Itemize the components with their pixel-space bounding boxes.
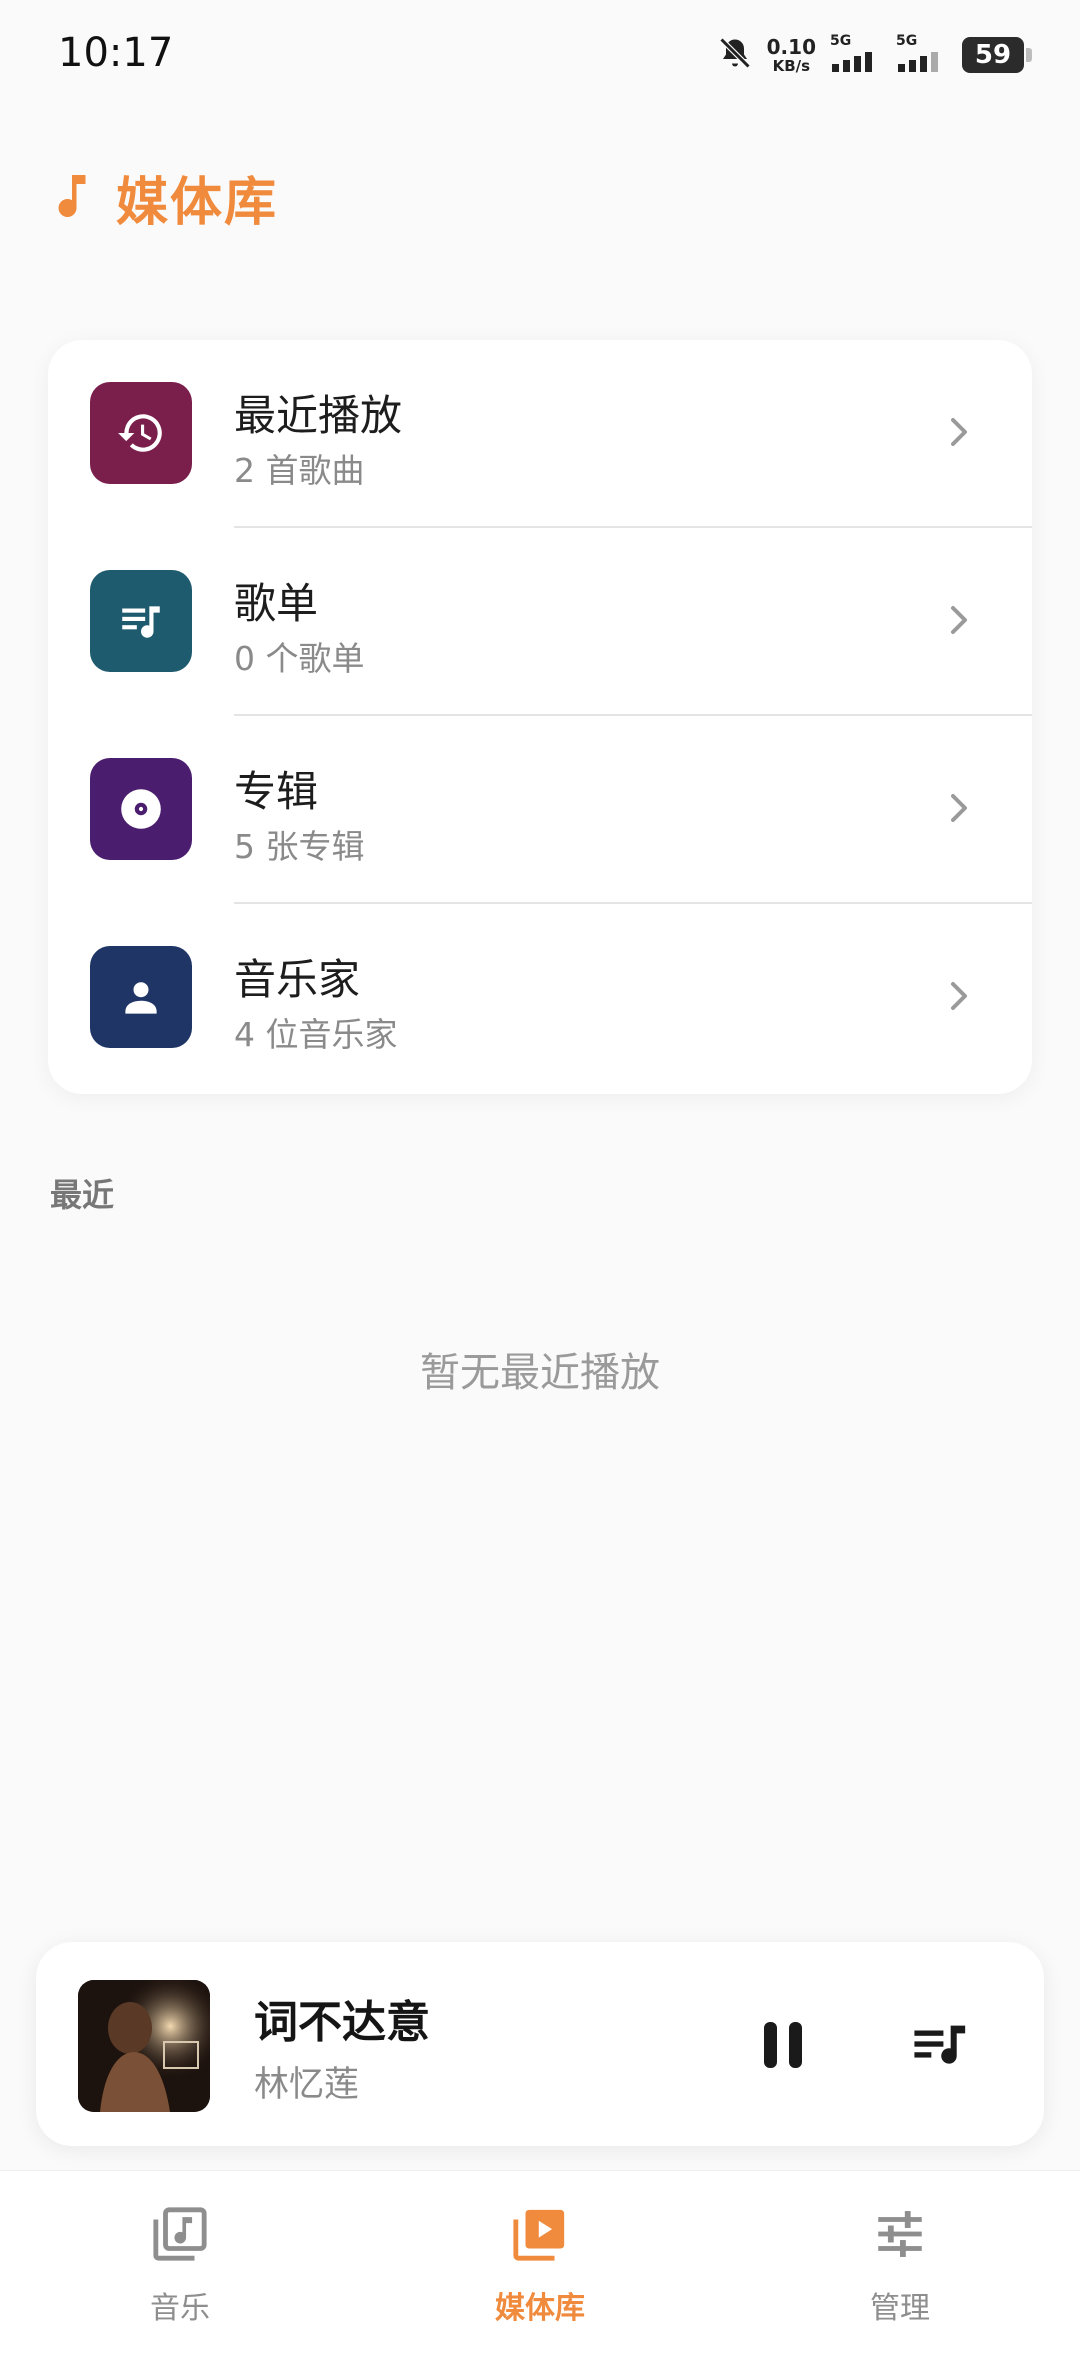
- library-menu-card: 最近播放 2 首歌曲 歌单 0 个歌单 专辑 5 张专辑 音乐家 4 位音乐家: [48, 340, 1032, 1094]
- status-time: 10:17: [58, 30, 174, 76]
- now-playing-artist: 林忆莲: [254, 2065, 360, 2105]
- bell-off-icon: [717, 34, 753, 76]
- recent-section-label: 最近: [50, 1176, 115, 1214]
- history-icon: [90, 382, 192, 484]
- person-icon: [90, 946, 192, 1048]
- library-item-artists[interactable]: 音乐家 4 位音乐家: [48, 904, 1032, 1092]
- sim1-signal: 5G: [830, 34, 882, 76]
- library-item-playlists[interactable]: 歌单 0 个歌单: [48, 528, 1032, 716]
- net-speed-value: 0.10: [766, 34, 816, 59]
- nav-tab-label: 管理: [870, 2291, 930, 2326]
- library-item-subtitle: 2 首歌曲: [234, 451, 365, 490]
- recent-empty-message: 暂无最近播放: [420, 1350, 660, 1396]
- playlist-icon: [90, 570, 192, 672]
- now-playing-bar[interactable]: 词不达意 林忆莲: [36, 1942, 1044, 2146]
- signal-icon: [896, 50, 948, 76]
- music-library-icon: [151, 2205, 209, 2267]
- signal-icon: [830, 50, 882, 76]
- page-header: 媒体库: [54, 160, 278, 235]
- net-speed: 0.10 KB/s: [767, 37, 816, 74]
- page-title: 媒体库: [116, 173, 279, 233]
- album-art[interactable]: [78, 1980, 210, 2112]
- nav-tab-media-library[interactable]: 媒体库: [440, 2205, 640, 2327]
- sim2-signal: 5G: [896, 34, 948, 76]
- chevron-right-icon: [948, 600, 972, 644]
- music-note-icon: [54, 172, 90, 224]
- album-disc-icon: [90, 758, 192, 860]
- nav-tab-music[interactable]: 音乐: [80, 2205, 280, 2327]
- pause-button[interactable]: [760, 2020, 808, 2070]
- library-item-recent[interactable]: 最近播放 2 首歌曲: [48, 340, 1032, 528]
- status-icons: 0.10 KB/s 5G 5G 59: [717, 34, 1032, 76]
- sim2-label: 5G: [896, 33, 918, 49]
- pause-icon: [764, 2022, 802, 2068]
- chevron-right-icon: [948, 788, 972, 832]
- now-playing-title: 词不达意: [254, 1997, 430, 2048]
- net-speed-unit: KB/s: [772, 56, 811, 75]
- nav-tab-label: 音乐: [150, 2291, 210, 2326]
- sliders-icon: [871, 2205, 929, 2267]
- chevron-right-icon: [948, 412, 972, 456]
- library-item-subtitle: 5 张专辑: [234, 827, 365, 866]
- nav-tab-manage[interactable]: 管理: [800, 2205, 1000, 2327]
- library-item-title: 专辑: [234, 767, 319, 816]
- library-item-subtitle: 0 个歌单: [234, 639, 365, 678]
- status-bar: 10:17 0.10 KB/s 5G 5G 59: [0, 0, 1080, 120]
- library-item-title: 歌单: [234, 579, 319, 628]
- library-item-title: 音乐家: [234, 955, 361, 1004]
- battery-icon: 59: [962, 37, 1032, 73]
- nav-tab-label: 媒体库: [495, 2291, 585, 2326]
- queue-button[interactable]: [912, 2020, 970, 2070]
- battery-level: 59: [974, 40, 1012, 70]
- media-library-icon: [511, 2205, 569, 2267]
- library-item-title: 最近播放: [234, 391, 403, 440]
- library-item-albums[interactable]: 专辑 5 张专辑: [48, 716, 1032, 904]
- chevron-right-icon: [948, 976, 972, 1020]
- sim1-label: 5G: [830, 33, 852, 49]
- library-item-subtitle: 4 位音乐家: [234, 1015, 398, 1054]
- bottom-navigation: 音乐 媒体库 管理: [0, 2170, 1080, 2377]
- playlist-icon: [914, 2025, 966, 2064]
